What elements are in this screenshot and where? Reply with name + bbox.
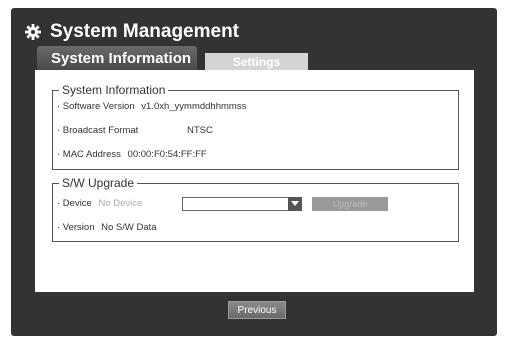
device-row: · Device No Device — [57, 198, 142, 209]
tab-settings[interactable]: Settings — [205, 53, 308, 70]
version-row: · Version No S/W Data — [57, 222, 157, 233]
upgrade-button[interactable]: Upgrade — [312, 197, 388, 211]
mac-address-row: · MAC Address 00:00:F0:54:FF:FF — [57, 149, 207, 160]
device-value: No Device — [98, 198, 143, 209]
mac-address-label: · MAC Address — [57, 149, 121, 160]
gear-icon — [24, 23, 42, 41]
version-value: No S/W Data — [101, 222, 157, 233]
broadcast-format-row: · Broadcast Format NTSC — [57, 125, 213, 136]
software-version-value: v1.0xh_yymmddhhmmss — [141, 101, 247, 112]
tab-system-information[interactable]: System Information — [37, 46, 197, 70]
mac-address-value: 00:00:F0:54:FF:FF — [127, 149, 207, 160]
dialog-title-bar: System Management — [24, 18, 239, 46]
version-label: · Version — [57, 222, 95, 233]
broadcast-format-value: NTSC — [187, 125, 213, 136]
software-version-row: · Software Version v1.0xh_yymmddhhmmss — [57, 101, 246, 112]
content-panel: System Information · Software Version v1… — [35, 70, 474, 292]
sw-upgrade-legend: S/W Upgrade — [62, 176, 135, 190]
system-information-legend: System Information — [62, 83, 166, 97]
device-label: · Device — [57, 198, 92, 209]
software-version-label: · Software Version — [57, 101, 135, 112]
page-title: System Management — [50, 21, 240, 42]
chevron-down-icon[interactable] — [288, 197, 302, 211]
previous-button[interactable]: Previous — [228, 301, 286, 319]
device-select[interactable] — [182, 197, 302, 211]
broadcast-format-label: · Broadcast Format — [57, 125, 139, 136]
